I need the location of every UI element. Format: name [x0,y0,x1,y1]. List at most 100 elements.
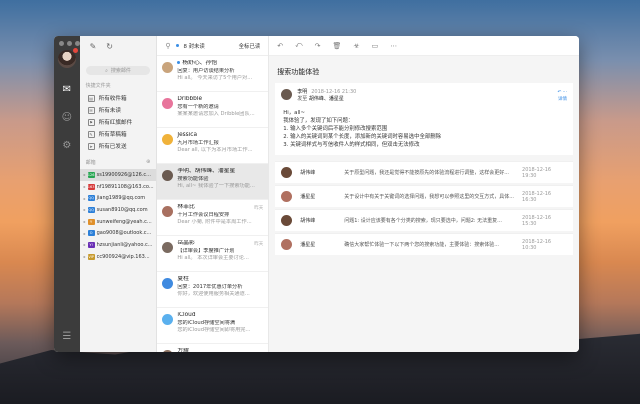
mail-from-name: Jessica [177,132,198,138]
mail-summary: 李明、胡伟峰、潘星星 搜索功能体验 Hi, all~ 我体验了一下搜索功能... [177,168,263,199]
expand-arrow-icon[interactable]: ▸ [84,207,86,212]
unread-count: 8 封未读 [183,43,205,50]
mail-icon: ✉ [87,106,95,114]
account-logo-icon: Y! [87,241,95,248]
account-item[interactable]: ▸ 126 ss19900926@126.c... [79,169,157,181]
contacts-icon[interactable]: ☺ [61,112,73,124]
thread-item[interactable]: 潘星星 关于设计中有关于关键词的选择问题，我想可以参照这里的交互方式，具体... 2… [275,185,574,207]
details-link[interactable]: 详情 [557,96,567,103]
account-item[interactable]: ▸ Y! hzsunjianli@yahoo.c... [80,239,157,251]
spam-icon[interactable]: ☣ [353,42,359,50]
window-controls[interactable] [59,41,80,46]
sent-icon: ➤ [87,142,95,150]
email-body-line: 1. 输入多个关键词后不能分别修改搜索范围 [283,126,388,132]
mail-subject: 您有一个新的邀请 [177,103,219,110]
email-body-line: 我体验了，发现了如下问题： [283,118,354,124]
mail-subject: 回复：用户访谈结果分析 [177,67,235,74]
mail-summary: 岳晶影 【详审会】李度推广计划 Hi all。 本次详审会主要讨论... [177,240,263,271]
reply-all-icon[interactable]: ⤺ [295,41,302,50]
thread-item[interactable]: 胡伟峰 问题1: 设计应该要有各个分类的搜索，现只要选中，问题2: 无法重复...… [275,209,574,231]
refresh-icon[interactable]: ↻ [106,42,113,51]
menu-icon[interactable]: ☰ [62,331,71,342]
account-item[interactable]: ▸ Ysunweifeng@yeah.c... [80,216,157,228]
settings-icon[interactable]: ⚙ [61,140,73,152]
recipients: 胡伟峰、潘星星 [308,96,344,102]
mail-from-name: 杨舒心、孙怡 [182,60,218,66]
mail-list-item[interactable]: 方耀回复：转发：选动申请素材汇总Hi all。 我把素材整理一下... [157,344,268,352]
mark-all-read-button[interactable]: 全标已读 [239,42,261,50]
mail-preview: Hi all。 今天来访了5个用户对... [177,75,253,82]
thread-item[interactable]: 胡伟峰 关于原型问题，我还是觉得不能按原先的体验流程进行调整，这样会更好... 20… [275,161,574,183]
email-subject: 搜索功能体验 [277,68,320,76]
mail-list-item[interactable]: iCloud 您的iCloud存储空间将满 您的iCloud存储空间即将用完... [157,308,269,344]
reply-small-icon[interactable]: ↶ ⋯ [557,89,567,96]
more-icon[interactable]: ⋯ [390,42,397,50]
account-item[interactable]: ▸ QQ jiang1989@qq.com [80,192,157,204]
expand-arrow-icon[interactable]: ▸ [84,231,86,236]
quick-folder-item[interactable]: ✉ 所有未读 [80,104,157,116]
account-label: nf19891108@163.co... [96,183,154,190]
flag-icon: ⚑ [87,118,95,126]
mail-list-item[interactable]: Jessica 九月市场工作汇报 Dear all, 以下为本月市场工作... [157,128,269,164]
delete-icon[interactable]: 🗑 [332,42,341,50]
account-item[interactable]: ▸ Ogao9008@outlook.c... [80,227,157,239]
mail-list-item[interactable]: 李明、胡伟峰、潘星星 搜索功能体验 Hi, all~ 我体验了一下搜索功能... [157,164,269,200]
minimize-dot[interactable] [67,41,72,46]
mail-list-item[interactable]: 林菲比 十月工作会议日程安排 Dear 小菊, 附件中是本周工作... 昨天 [157,200,269,236]
filter-icon[interactable]: ⚲ [165,42,170,50]
mail-summary: iCloud 您的iCloud存储空间将满 您的iCloud存储空间即将用完... [177,312,263,343]
quick-folder-label: 所有红旗邮件 [98,120,133,126]
mail-from: 方耀 [177,348,263,352]
mail-list-item[interactable]: 杨舒心、孙怡 回复：用户访谈结果分析 Hi all。 今天来访了5个用户对... [157,56,269,92]
account-label: susan8910@qq.com [96,206,148,213]
mail-from: iCloud [177,312,263,320]
expand-arrow-icon[interactable]: ▸ [84,219,86,224]
mail-subject: 回复：2017年优惠订单分析 [177,283,243,290]
mail-preview: Dear 小菊, 附件中是本周工作... [177,219,252,226]
expand-arrow-icon[interactable]: ▸ [84,196,86,201]
mail-summary: 夏柱 回复：2017年优惠订单分析 你好，欢迎使用服务相关通道... [177,276,263,307]
app-rail: ✉ ☺ ⚙ ☰ [54,36,80,352]
reply-icon[interactable]: ↶ [277,42,283,50]
mail-list-item[interactable]: Dribbble 您有一个新的邀请 某某某邀请您加入 Dribble团队... [157,92,269,128]
thread-item[interactable]: 潘星星 确信大家帮忙体验一下以下两个您的搜索功能，主要体验：搜索体验... 2018… [275,233,574,255]
thread-time: 2018-12-16 16:30 [522,190,552,203]
reading-pane: ↶ ⤺ ↷ 🗑 ☣ ▭ ⋯ 搜索功能体验 李明 2018-12-16 21:30 … [269,36,579,352]
quick-folder-item[interactable]: ▤ 所有收件箱 [80,92,157,104]
quick-folder-item[interactable]: ➤ 所有已发送 [80,140,157,152]
quick-folder-item[interactable]: ✎ 所有草稿箱 [80,128,157,140]
mail-icon[interactable]: ✉ [61,84,73,96]
search-input[interactable]: ⌕ 搜索邮件 [85,66,151,75]
expand-arrow-icon[interactable]: ▸ [84,254,86,259]
mail-preview: Hi all。 本次详审会主要讨论... [177,255,249,262]
expand-arrow-icon[interactable]: ▸ [84,184,86,189]
close-dot[interactable] [59,41,64,46]
email-date: 2018-12-16 21:30 [311,89,357,95]
sender-avatar [162,278,174,289]
expand-arrow-icon[interactable]: ▸ [84,242,86,247]
account-item[interactable]: ▸ 163 nf19891108@163.co... [80,181,157,193]
account-logo-icon: QQ [87,206,95,213]
account-item[interactable]: ▸ QQ susan8910@qq.com [80,204,157,216]
thread-sender: 潘星星 [300,194,316,200]
forward-icon[interactable]: ↷ [315,42,321,50]
quick-folder-item[interactable]: ⚑ 所有红旗邮件 [80,116,157,128]
thread-avatar [281,215,293,226]
account-item[interactable]: ▸ VIP cc900924@vip.163... [80,251,157,263]
sender-avatar [162,206,174,217]
notification-dot [72,48,78,53]
mail-from-name: 林菲比 [177,204,195,210]
mail-from: 林菲比 [177,204,263,212]
compose-icon[interactable]: ✎ [90,42,97,51]
add-account-icon[interactable]: ⊕ [146,159,150,166]
expand-arrow-icon[interactable]: ▸ [84,172,86,177]
archive-icon[interactable]: ▭ [372,42,379,50]
sender-avatar [162,62,174,73]
account-logo-icon: Y [87,218,95,225]
mail-list-item[interactable]: 岳晶影 【详审会】李度推广计划 Hi all。 本次详审会主要讨论... 昨天 [157,236,269,272]
user-avatar[interactable] [57,48,78,68]
mail-subject: 九月市场工作汇报 [177,139,219,146]
account-label: hzsunjianli@yahoo.c... [96,241,153,248]
mail-list-item[interactable]: 夏柱 回复：2017年优惠订单分析 你好，欢迎使用服务相关通道... [157,272,269,308]
thread-sender: 胡伟峰 [300,218,316,224]
